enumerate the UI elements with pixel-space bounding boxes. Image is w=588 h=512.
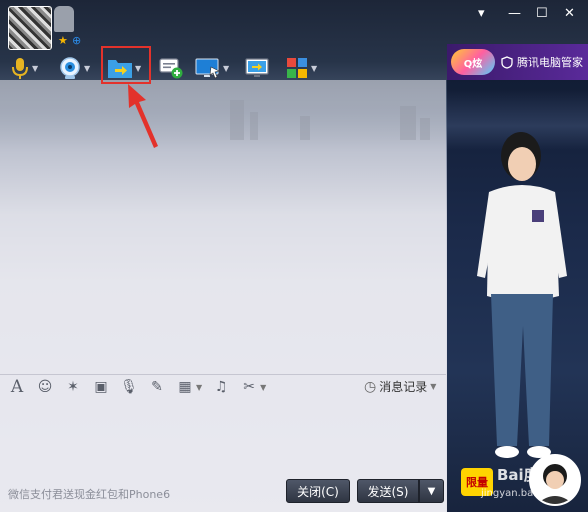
chevron-down-icon[interactable]: ▼ [196, 383, 202, 392]
chat-plus-icon [159, 58, 183, 79]
user-status-icon [54, 6, 74, 32]
share-screen-button[interactable] [245, 56, 271, 80]
red-arrow-icon [128, 84, 158, 148]
scissors-icon[interactable]: ✂ [240, 378, 258, 396]
monitor-cursor-icon [195, 58, 220, 79]
close-button[interactable]: 关闭(C) [286, 479, 350, 503]
camera-icon [60, 57, 80, 79]
message-history-button[interactable]: ◷ 消息记录 ▼ [364, 378, 436, 395]
minimize-button[interactable]: — [508, 6, 521, 21]
shield-icon [501, 55, 513, 69]
new-discussion-button[interactable] [158, 56, 184, 80]
chevron-down-icon[interactable]: ▼ [32, 64, 38, 73]
chevron-down-icon[interactable]: ▼ [223, 64, 229, 73]
message-history-label: 消息记录 [379, 380, 428, 394]
chevron-down-icon: ▼ [430, 382, 437, 391]
chat-window: ★ ⊕ ▾ — ☐ ✕ ▼ ▼ ▼ ▼ ▼ Q炫 腾讯电脑管家 限量 Bai度 … [0, 0, 588, 512]
font-icon[interactable]: A [8, 377, 26, 397]
edit-icon[interactable]: ✎ [148, 378, 166, 396]
chevron-down-icon: ▼ [427, 485, 436, 497]
apps-grid-icon [287, 58, 307, 78]
music-icon[interactable]: ♫ [212, 378, 230, 396]
q-icon[interactable]: ⊕ [72, 34, 81, 47]
close-window-button[interactable]: ✕ [564, 6, 575, 21]
microphone-icon [12, 58, 28, 79]
input-toolbar: A ☺ ✶ ▣ 🎙 ✎ ▦ ▼ ♫ ✂ ▼ [8, 376, 266, 398]
shake-icon[interactable]: ✶ [64, 378, 82, 396]
send-options-button[interactable]: ▼ [419, 479, 444, 503]
ad-panel[interactable]: Q炫 腾讯电脑管家 限量 Bai度 jingyan.baidu.com [447, 44, 588, 512]
apps-button[interactable]: ▼ [285, 56, 317, 80]
divider [0, 374, 446, 375]
voice-msg-icon[interactable]: 🎙 [120, 378, 138, 396]
chevron-down-icon[interactable]: ▼ [311, 64, 317, 73]
maximize-button[interactable]: ☐ [536, 6, 548, 21]
collapse-button[interactable]: ▾ [478, 6, 485, 21]
remote-desktop-button[interactable]: ▼ [195, 56, 229, 80]
send-button[interactable]: 发送(S) [357, 479, 419, 503]
highlight-box [101, 46, 151, 84]
clock-icon: ◷ [364, 378, 377, 395]
security-label[interactable]: 腾讯电脑管家 [517, 54, 583, 70]
ad-avatar[interactable] [529, 454, 581, 506]
avatar-figure [477, 132, 567, 458]
image-icon[interactable]: ▦ [176, 378, 194, 396]
emoji-icon[interactable]: ☺ [36, 378, 54, 396]
contact-avatar[interactable] [8, 6, 52, 50]
qxiu-logo[interactable]: Q炫 [451, 49, 495, 75]
promo-link[interactable]: 微信支付君送现金红包和Phone6 [8, 486, 170, 502]
gif-icon[interactable]: ▣ [92, 378, 110, 396]
ad-header: Q炫 腾讯电脑管家 [447, 44, 588, 80]
screen-share-icon [245, 58, 269, 77]
message-input[interactable] [0, 400, 446, 474]
video-call-button[interactable]: ▼ [58, 56, 90, 80]
chevron-down-icon[interactable]: ▼ [84, 64, 90, 73]
star-icon: ★ [58, 34, 68, 47]
voice-call-button[interactable]: ▼ [10, 56, 38, 80]
chevron-down-icon[interactable]: ▼ [260, 383, 266, 392]
profile-icon [537, 464, 573, 504]
